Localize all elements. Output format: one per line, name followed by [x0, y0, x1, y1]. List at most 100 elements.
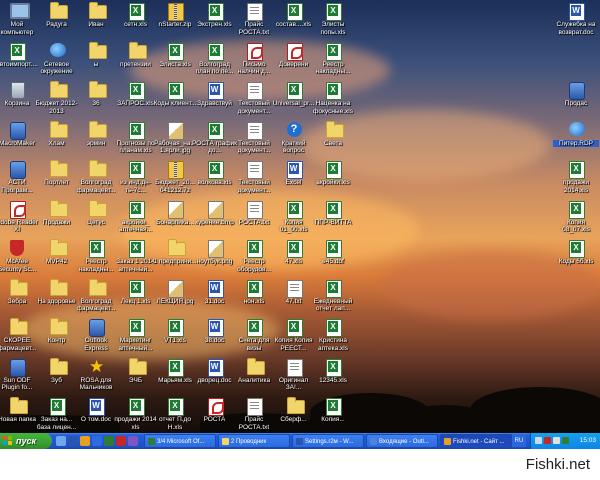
- desktop-icon-label: Питер.RDP: [553, 139, 599, 147]
- xls-icon: [207, 3, 224, 21]
- bmp-icon: [168, 121, 184, 140]
- language-indicator[interactable]: RU: [512, 435, 526, 447]
- folder-icon: [49, 318, 68, 335]
- folder-icon: [49, 357, 68, 375]
- desktop-icon-label: Служебка на возврат.doc: [556, 21, 596, 36]
- app-icon: [10, 358, 26, 377]
- desktop[interactable]: Мой компьютерРадугаИвансетн.xlsnStarter.…: [0, 0, 600, 433]
- txt-icon: [247, 121, 263, 140]
- browser-icon[interactable]: [80, 436, 90, 446]
- doc-icon: [569, 3, 585, 21]
- task-button-label: Settings.r2м - W...: [305, 439, 354, 445]
- star-icon: ★: [89, 356, 105, 376]
- windows-logo-icon: [3, 436, 13, 446]
- folder-icon: [89, 41, 107, 59]
- doc-icon: [207, 279, 224, 298]
- outlook-icon[interactable]: [68, 436, 78, 446]
- pdf-icon: [286, 42, 303, 61]
- txt-icon: [247, 161, 263, 179]
- pdf-icon: [10, 200, 26, 219]
- xls-icon: [168, 358, 184, 377]
- desktop-icon-label: Наценка на фокусные.xls: [313, 100, 353, 115]
- word-icon[interactable]: [92, 436, 102, 446]
- xls-icon: [168, 82, 184, 100]
- window-icon: [222, 438, 229, 445]
- bmp-icon: [207, 240, 224, 258]
- desktop-icon-label: ППР-ВИТТА: [314, 218, 352, 226]
- xls-icon: [247, 240, 263, 258]
- pc-icon: [10, 3, 30, 19]
- window-icon: [370, 438, 377, 445]
- task-button-label: 3/4 Microsoft Of...: [157, 439, 205, 445]
- xls-icon: [128, 240, 145, 258]
- window-icon: [444, 438, 451, 445]
- task-button[interactable]: 2 Проводник: [218, 434, 290, 448]
- desktop-icon-label: Ежедневный отчет лап...: [313, 297, 353, 313]
- xls-icon: [128, 398, 145, 416]
- task-button[interactable]: Входящие - Outl...: [366, 434, 438, 448]
- start-button[interactable]: пуск: [0, 433, 52, 449]
- zip-icon: [168, 3, 184, 21]
- task-button[interactable]: Settings.r2м - W...: [292, 434, 364, 448]
- desktop-icon-label: акройки.xls: [316, 179, 350, 186]
- tree-silhouette: [470, 387, 600, 433]
- volume-icon[interactable]: [553, 437, 560, 444]
- desktop-icon[interactable]: Копия...: [310, 395, 356, 433]
- folder-icon: [168, 239, 186, 256]
- bmp-icon: [168, 200, 184, 219]
- folder-icon: [247, 357, 265, 375]
- txt-icon: [247, 200, 263, 219]
- txt-icon: [247, 82, 263, 100]
- excel-icon[interactable]: [104, 436, 114, 446]
- desktop-icon-label: Реестр накладны...: [315, 60, 351, 76]
- xls-icon: [569, 240, 585, 258]
- app-icon: [10, 121, 26, 140]
- watermark: Fishki.net: [525, 456, 590, 473]
- xls-icon: [207, 161, 224, 179]
- desktop-icon-label: Продас: [564, 100, 588, 107]
- desktop-icon-label: Света: [324, 139, 342, 147]
- antivirus-icon[interactable]: [544, 437, 551, 444]
- network-icon[interactable]: [535, 437, 542, 444]
- window-icon: [296, 438, 303, 445]
- taskbar: пуск 3/4 Microsoft Of... 2 Проводник Setti…: [0, 433, 600, 449]
- app-icon[interactable]: [116, 436, 126, 446]
- tray-app-icon[interactable]: [562, 437, 569, 444]
- xls-icon: [128, 3, 145, 21]
- desktop-icon[interactable]: Коды 6б.xls: [553, 237, 599, 287]
- xls-icon: [128, 319, 145, 337]
- clock[interactable]: 15:03: [580, 433, 596, 449]
- doc-icon: [207, 319, 224, 337]
- task-button[interactable]: 3/4 Microsoft Of...: [144, 434, 216, 448]
- folder-icon: [89, 199, 107, 217]
- app-icon[interactable]: [128, 436, 138, 446]
- xls-icon: [326, 319, 342, 337]
- task-button[interactable]: Fishki.net - Сайт ...: [440, 434, 512, 448]
- show-desktop-icon[interactable]: [56, 436, 66, 446]
- xls-icon: [569, 200, 585, 219]
- desktop-icon-label: Копия...: [321, 416, 345, 423]
- task-button-label: Fishki.net - Сайт ...: [453, 439, 505, 445]
- folder-icon: [49, 278, 68, 296]
- folder-icon: [49, 120, 68, 138]
- zip-icon: [168, 161, 184, 179]
- folder-icon: [89, 120, 107, 138]
- xls-icon: [326, 279, 342, 298]
- desktop-icon-label: е45.dbf: [322, 258, 344, 265]
- xls-icon: [207, 121, 224, 140]
- help-icon: ?: [286, 121, 302, 137]
- desktop-icon-label: 12345.xls: [319, 376, 347, 384]
- folder-icon: [128, 41, 147, 59]
- desktop-icon-label: продажи 2014.xls: [563, 179, 589, 194]
- desktop-icon[interactable]: Служебка на возврат.doc: [553, 0, 599, 50]
- xls-icon: [128, 121, 145, 140]
- system-tray: 15:03: [530, 433, 600, 449]
- doc-icon: [207, 358, 224, 377]
- folder-icon: [49, 160, 68, 177]
- txt-icon: [286, 358, 303, 377]
- xls-icon: [326, 42, 342, 61]
- folder-icon: [128, 357, 147, 375]
- xls-icon: [128, 161, 145, 179]
- xls-icon: [286, 200, 303, 219]
- xls-icon: [326, 200, 342, 219]
